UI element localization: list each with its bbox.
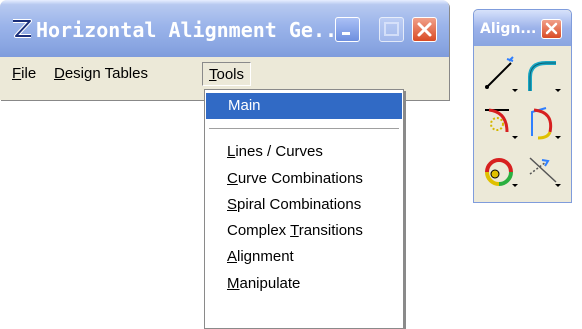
toolbox-title: Align...: [480, 21, 537, 37]
toolbox-title-bar[interactable]: Align...: [474, 10, 571, 46]
app-logo-icon: [13, 19, 32, 38]
menu-item-alignment[interactable]: Alignment: [205, 244, 401, 270]
curve-tool-button[interactable]: [524, 55, 564, 95]
title-bar[interactable]: Horizontal Alignment Ge...: [0, 0, 449, 57]
manipulate-icon: [529, 157, 561, 187]
spiral-curve-tool-button[interactable]: [481, 102, 521, 142]
menu-item-spiral-combinations[interactable]: Spiral Combinations: [205, 192, 401, 218]
menu-item-lines-curves[interactable]: Lines / Curves: [205, 139, 401, 165]
window-title: Horizontal Alignment Ge...: [36, 18, 350, 42]
complex-curve-icon: [531, 107, 561, 140]
manipulate-tool-button[interactable]: [524, 150, 564, 190]
toolbox-close-button[interactable]: [541, 19, 562, 39]
menu-file[interactable]: File: [8, 62, 40, 86]
menu-item-curve-combinations[interactable]: Curve Combinations: [205, 166, 401, 192]
curve-tool-icon: [528, 61, 561, 92]
tools-dropdown-menu: Main Lines / Curves Curve Combinations S…: [204, 89, 404, 329]
menu-separator: [209, 128, 399, 129]
menu-item-main[interactable]: Main: [206, 93, 402, 119]
close-button[interactable]: [412, 17, 437, 42]
spiral-curve-icon: [485, 108, 518, 139]
menu-design-tables[interactable]: Design Tables: [50, 62, 152, 86]
minimize-icon: [342, 32, 350, 35]
close-icon: [545, 22, 558, 35]
menu-item-manipulate[interactable]: Manipulate: [205, 271, 401, 297]
menu-tools[interactable]: Tools: [202, 62, 252, 86]
alignment-tool-button[interactable]: [481, 150, 521, 190]
close-icon: [417, 22, 432, 37]
menu-bar: File Design Tables Tools: [6, 60, 443, 88]
main-window: Horizontal Alignment Ge... File Design T…: [0, 0, 449, 100]
alignment-toolbox-window: Align...: [473, 9, 572, 203]
line-tool-icon: [485, 56, 518, 92]
alignment-icon: [485, 158, 518, 187]
maximize-button[interactable]: [379, 17, 404, 42]
complex-curve-tool-button[interactable]: [524, 102, 564, 142]
maximize-icon: [384, 22, 399, 36]
minimize-button[interactable]: [335, 17, 360, 42]
menu-item-complex-transitions[interactable]: Complex Transitions: [205, 218, 401, 244]
line-tool-button[interactable]: [481, 55, 521, 95]
